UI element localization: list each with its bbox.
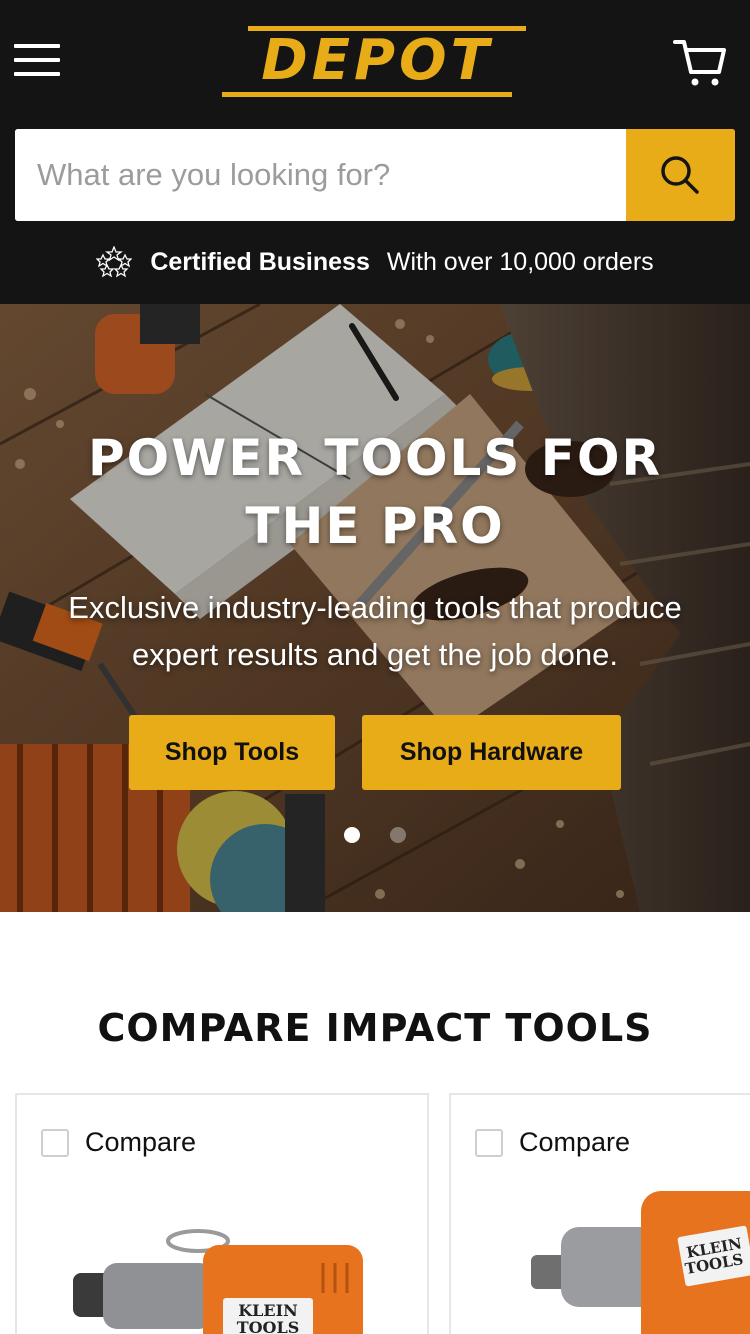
- menu-icon-bar: [14, 58, 60, 62]
- impact-wrench-image: KLEIN TOOLS: [531, 1191, 750, 1334]
- certified-title: Certified Business: [150, 247, 370, 276]
- product-card[interactable]: Compare KLEIN TOOLS: [15, 1093, 429, 1334]
- hero-title-line: THE PRO: [245, 497, 505, 555]
- compare-label: Compare: [519, 1127, 631, 1157]
- compare-checkbox[interactable]: [475, 1128, 503, 1157]
- shop-hardware-button[interactable]: Shop Hardware: [362, 715, 621, 790]
- compare-checkbox-row[interactable]: Compare: [475, 1127, 630, 1158]
- site-header: DEPOT Certified Busines: [0, 0, 750, 304]
- site-logo[interactable]: DEPOT: [222, 22, 528, 102]
- cart-icon: [673, 40, 726, 86]
- brand-mark: TOOLS: [237, 1318, 300, 1334]
- hero-subtitle-line: expert results and get the job done.: [132, 637, 618, 672]
- search-bar: [15, 129, 735, 221]
- cart-button[interactable]: [672, 36, 728, 90]
- product-card[interactable]: Compare KLEIN TOOLS: [449, 1093, 750, 1334]
- hero-subtitle: Exclusive industry-leading tools that pr…: [20, 584, 730, 678]
- menu-button[interactable]: [14, 42, 62, 82]
- menu-icon-bar: [14, 44, 60, 48]
- impact-wrench-image: KLEIN TOOLS: [73, 1229, 363, 1334]
- hero-title: POWER TOOLS FOR THE PRO: [0, 424, 750, 560]
- search-input[interactable]: [15, 129, 625, 221]
- menu-icon-bar: [14, 72, 60, 76]
- search-button[interactable]: [626, 129, 735, 221]
- compare-label: Compare: [85, 1127, 197, 1157]
- hero-subtitle-line: Exclusive industry-leading tools that pr…: [68, 590, 682, 625]
- logo-bar: [222, 92, 512, 97]
- certified-text: With over 10,000 orders: [386, 247, 654, 276]
- hero-banner: POWER TOOLS FOR THE PRO Exclusive indust…: [0, 304, 750, 912]
- stars-badge-icon: [96, 246, 133, 278]
- hero-title-line: POWER TOOLS FOR: [88, 429, 662, 487]
- search-icon: [661, 156, 699, 194]
- compare-checkbox[interactable]: [41, 1128, 69, 1157]
- slide-dot-1[interactable]: [344, 827, 360, 843]
- certified-banner: Certified Business With over 10,000 orde…: [0, 244, 750, 280]
- slide-dot-2[interactable]: [390, 827, 406, 843]
- shop-tools-button[interactable]: Shop Tools: [129, 715, 335, 790]
- logo-text: DEPOT: [261, 28, 493, 93]
- compare-checkbox-row[interactable]: Compare: [41, 1127, 196, 1158]
- section-title: COMPARE IMPACT TOOLS: [97, 1006, 653, 1050]
